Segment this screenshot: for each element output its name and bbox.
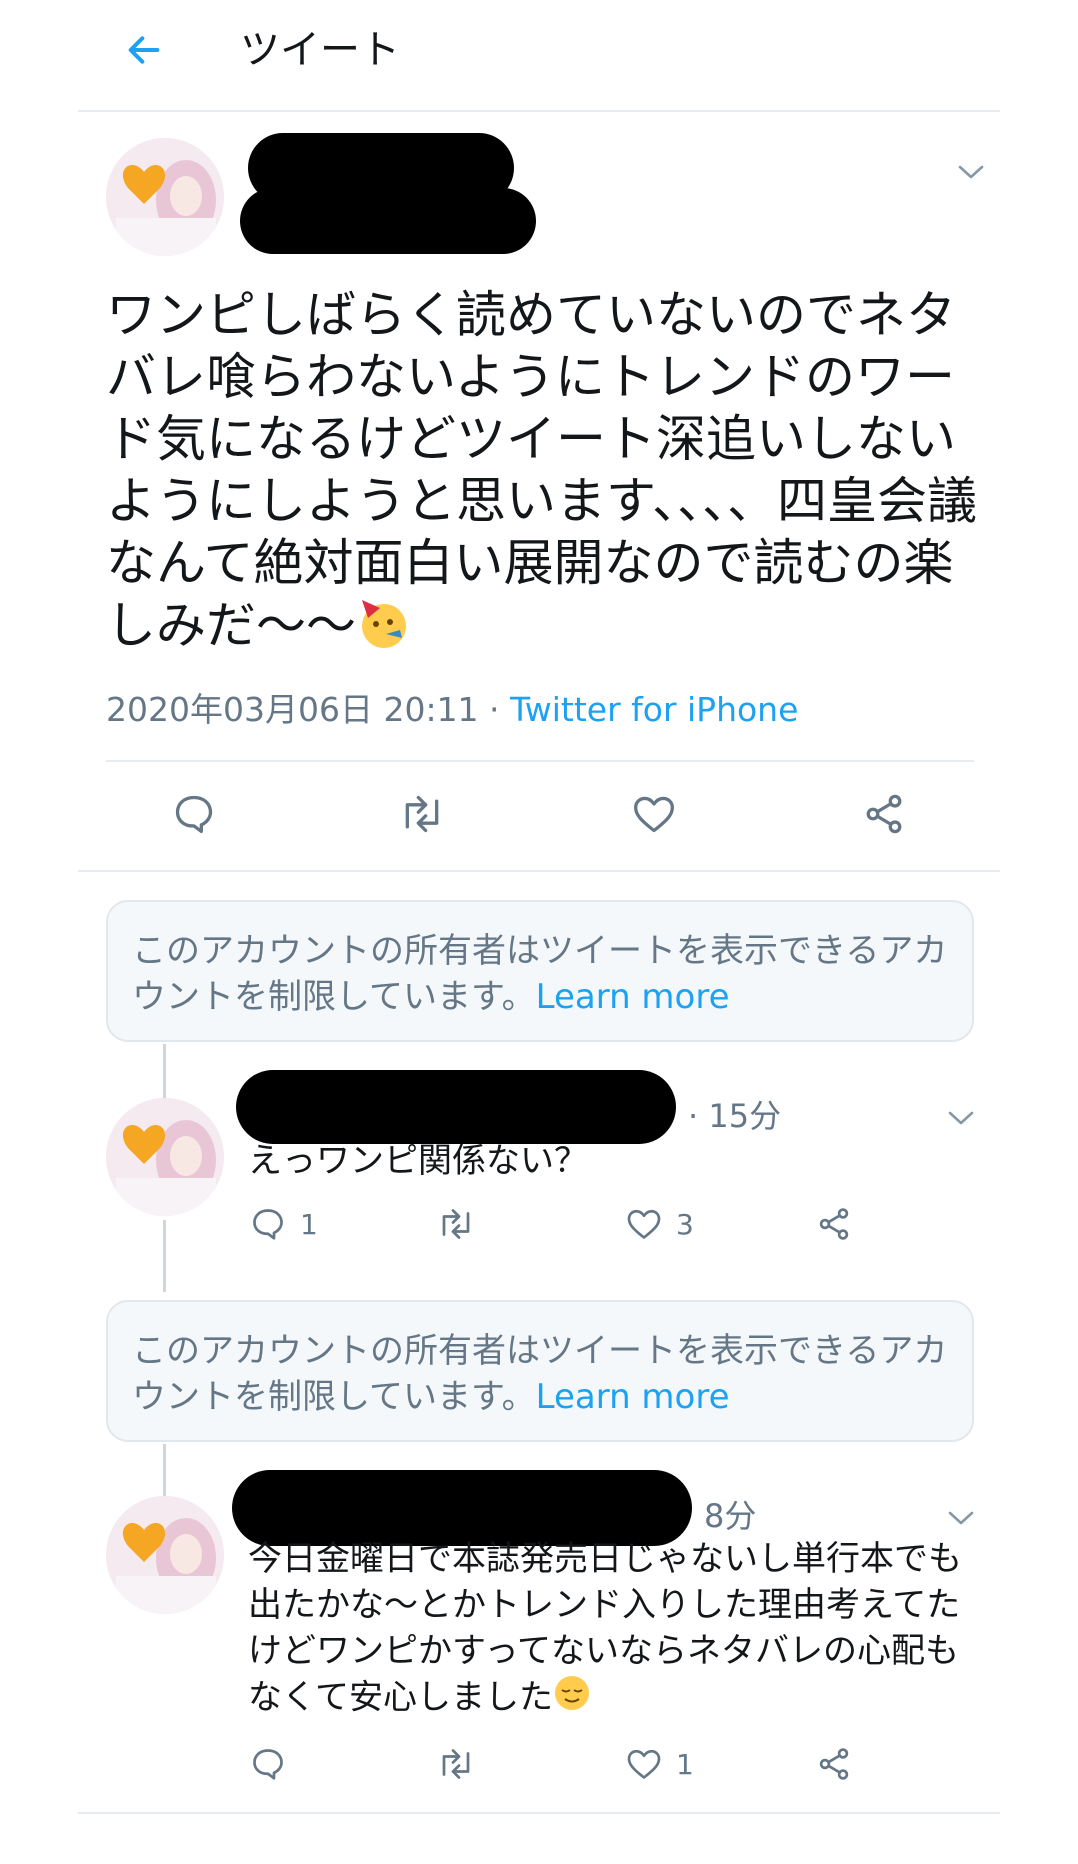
tweet-metadata: 2020年03月06日 20:11 · Twitter for iPhone: [106, 688, 798, 732]
reply-icon: [175, 795, 213, 834]
heart-icon: [627, 1749, 661, 1779]
redacted-username: [240, 188, 536, 254]
reply-count: 1: [300, 1207, 318, 1241]
tweet-menu-button[interactable]: [954, 160, 988, 184]
tweet-menu-button[interactable]: [944, 1106, 978, 1130]
thread-line: [163, 1444, 166, 1502]
thread-line: [163, 1044, 166, 1102]
reply-icon: [253, 1749, 283, 1780]
retweet-icon: [405, 795, 439, 833]
reply-text-content: 今日金曜日で本誌発売日じゃないし単行本でも出たかな〜とかトレンド入りした理由考え…: [248, 1539, 962, 1718]
retweet-icon: [442, 1209, 470, 1239]
like-button[interactable]: 1: [626, 1746, 694, 1782]
avatar[interactable]: [106, 1496, 224, 1614]
like-button[interactable]: [632, 792, 676, 836]
avatar-image: [106, 1496, 224, 1614]
avatar[interactable]: [106, 1098, 224, 1216]
chevron-down-icon: [958, 165, 984, 179]
tweet-text: ワンピしばらく読めていないのでネタバレ喰らわないようにトレンドのワード気になるけ…: [106, 284, 986, 664]
restricted-account-notice: このアカウントの所有者はツイートを表示できるアカウントを制限しています。Lear…: [106, 900, 974, 1042]
like-count: 3: [676, 1207, 694, 1241]
share-icon: [819, 1748, 849, 1780]
tweet-text-content: ワンピしばらく読めていないのでネタバレ喰らわないようにトレンドのワード気になるけ…: [106, 286, 977, 655]
heart-icon: [634, 796, 674, 833]
thread-line: [163, 1220, 166, 1292]
redacted-display-name: [232, 1470, 692, 1546]
reply-text: えっワンピ関係ない？: [248, 1141, 588, 1181]
share-button[interactable]: [862, 792, 906, 836]
like-button[interactable]: 3: [626, 1206, 694, 1242]
relieved-face-emoji: [553, 1674, 591, 1724]
share-icon: [819, 1208, 849, 1240]
reply-button[interactable]: [172, 792, 216, 836]
tweet-source-link[interactable]: Twitter for iPhone: [510, 690, 798, 729]
reply-timestamp: · 15分: [688, 1097, 782, 1135]
tweet-datetime: 2020年03月06日 20:11: [106, 690, 479, 729]
redacted-display-name: [236, 1070, 676, 1144]
divider: [78, 1812, 1000, 1814]
retweet-button[interactable]: [436, 1206, 476, 1242]
reply-button[interactable]: [250, 1746, 286, 1782]
reply-timestamp: 8分: [704, 1497, 757, 1535]
retweet-button[interactable]: [398, 792, 446, 836]
avatar-image: [106, 138, 224, 256]
avatar-image: [106, 1098, 224, 1216]
page-title: ツイート: [240, 27, 400, 73]
like-count: 1: [676, 1747, 694, 1781]
reply-text: 今日金曜日で本誌発売日じゃないし単行本でも出たかな〜とかトレンド入りした理由考え…: [248, 1536, 968, 1724]
retweet-button[interactable]: [436, 1746, 476, 1782]
avatar[interactable]: [106, 138, 224, 256]
partying-face-emoji: [356, 594, 412, 664]
reply-icon: [253, 1209, 283, 1240]
learn-more-link[interactable]: Learn more: [536, 1377, 730, 1417]
share-button[interactable]: [816, 1206, 852, 1242]
back-arrow-icon: [128, 36, 160, 64]
restricted-account-notice: このアカウントの所有者はツイートを表示できるアカウントを制限しています。Lear…: [106, 1300, 974, 1442]
divider: [106, 760, 974, 762]
top-bar: ツイート: [0, 0, 1078, 110]
share-button[interactable]: [816, 1746, 852, 1782]
retweet-icon: [442, 1749, 470, 1779]
heart-icon: [627, 1209, 661, 1239]
reply-button[interactable]: 1: [250, 1206, 318, 1242]
divider: [78, 870, 1000, 872]
tweet-menu-button[interactable]: [944, 1506, 978, 1530]
chevron-down-icon: [948, 1511, 974, 1525]
learn-more-link[interactable]: Learn more: [536, 977, 730, 1017]
meta-separator: ·: [478, 690, 511, 729]
share-icon: [866, 794, 902, 834]
divider: [78, 110, 1000, 112]
back-button[interactable]: [116, 22, 172, 78]
chevron-down-icon: [948, 1111, 974, 1125]
